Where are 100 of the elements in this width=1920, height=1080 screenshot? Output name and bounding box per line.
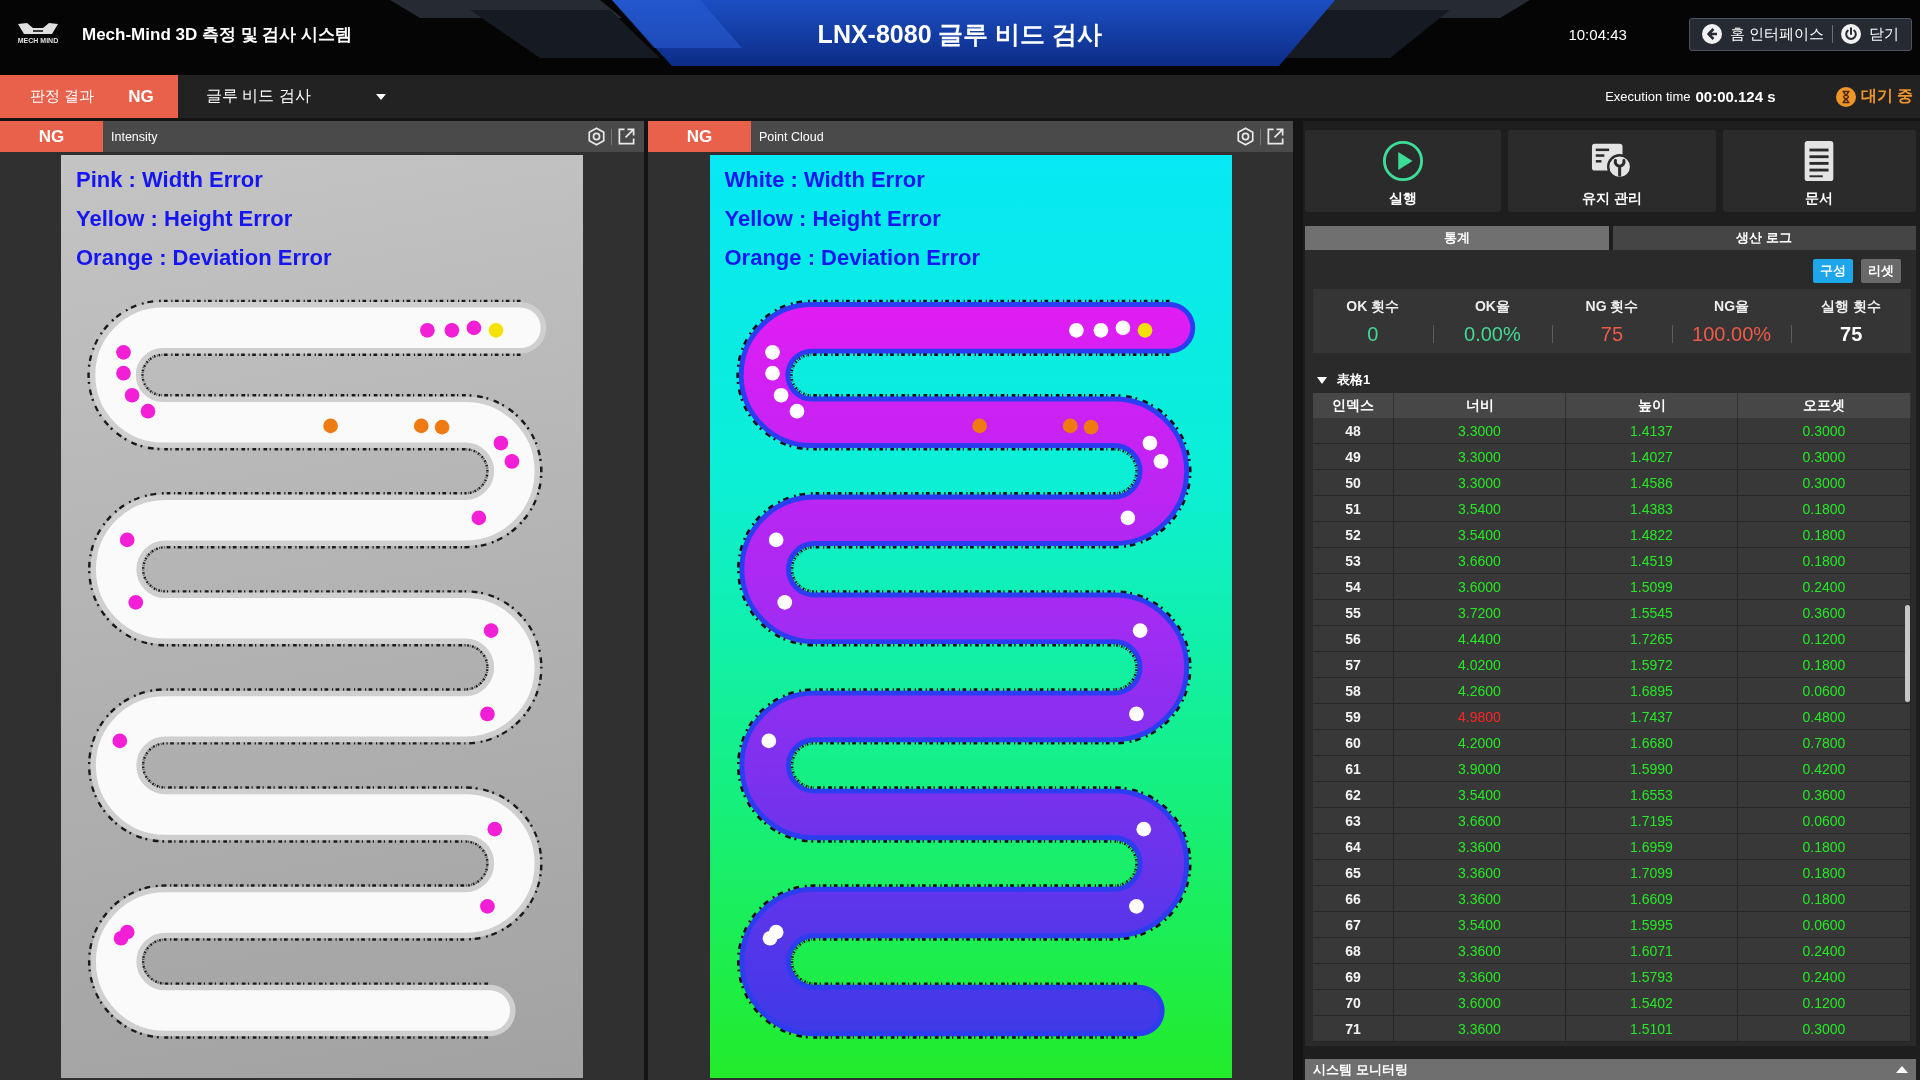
table-cell: 62 — [1313, 782, 1394, 808]
table-cell: 3.3600 — [1394, 860, 1566, 886]
tab[interactable]: 통계 — [1305, 226, 1609, 250]
table-cell: 1.6680 — [1566, 730, 1738, 756]
table-cell: 3.9000 — [1394, 756, 1566, 782]
table-cell: 0.3600 — [1738, 782, 1911, 808]
system-monitor-bar[interactable]: 시스템 모니터링 — [1305, 1059, 1916, 1080]
table-cell: 1.5995 — [1566, 912, 1738, 938]
maintenance-button[interactable]: 유지 관리 — [1508, 130, 1716, 212]
legend-text: Orange : Deviation Error — [724, 244, 980, 272]
home-button[interactable]: 홈 인터페이스 — [1693, 19, 1832, 49]
stat-label: NG율 — [1714, 297, 1750, 315]
table-cell: 1.5545 — [1566, 600, 1738, 626]
table-cell: 54 — [1313, 574, 1394, 600]
external-link-icon[interactable] — [1266, 127, 1285, 146]
table-cell: 52 — [1313, 522, 1394, 548]
table-cell: 50 — [1313, 470, 1394, 496]
judgement-result: NG — [128, 86, 154, 107]
table-cell: 1.4822 — [1566, 522, 1738, 548]
table-cell: 0.1800 — [1738, 652, 1911, 678]
table-cell: 1.6553 — [1566, 782, 1738, 808]
table-cell: 1.4383 — [1566, 496, 1738, 522]
table-cell: 1.7437 — [1566, 704, 1738, 730]
stat-value: 0.00% — [1464, 322, 1521, 347]
table-cell: 1.5793 — [1566, 964, 1738, 990]
table-cell: 3.3600 — [1394, 886, 1566, 912]
run-button[interactable]: 실행 — [1305, 130, 1502, 212]
table-cell: 4.4400 — [1394, 626, 1566, 652]
table-cell: 4.0200 — [1394, 652, 1566, 678]
close-button[interactable]: 닫기 — [1833, 19, 1907, 49]
execution-time-value: 00:00.124 s — [1695, 88, 1776, 105]
table-cell: 55 — [1313, 600, 1394, 626]
execution-time-label: Execution time — [1605, 89, 1691, 104]
legend-text: Yellow : Height Error — [724, 205, 941, 233]
table-cell: 66 — [1313, 886, 1394, 912]
table-cell: 1.4027 — [1566, 444, 1738, 470]
table-cell: 0.4800 — [1738, 704, 1911, 730]
reset-button[interactable]: 리셋 — [1861, 259, 1901, 283]
table-cell: 4.9800 — [1394, 704, 1566, 730]
table-cell: 3.5400 — [1394, 522, 1566, 548]
legend-text: Yellow : Height Error — [76, 205, 293, 233]
table-cell: 69 — [1313, 964, 1394, 990]
table-cell: 0.0600 — [1738, 808, 1911, 834]
view-title: Intensity — [111, 129, 159, 144]
table-cell: 0.1800 — [1738, 548, 1911, 574]
table-cell: 0.1800 — [1738, 886, 1911, 912]
scrollbar-thumb[interactable] — [1905, 605, 1910, 702]
table-cell: 64 — [1313, 834, 1394, 860]
table-cell: 0.1800 — [1738, 860, 1911, 886]
stat-label: NG 횟수 — [1585, 297, 1639, 315]
table-cell: 3.5400 — [1394, 782, 1566, 808]
stat-value: 0 — [1367, 322, 1379, 347]
table-cell: 48 — [1313, 418, 1394, 444]
table-cell: 3.7200 — [1394, 600, 1566, 626]
table-cell: 3.3000 — [1394, 470, 1566, 496]
table-cell: 0.3000 — [1738, 1016, 1911, 1042]
settings-icon[interactable] — [587, 127, 606, 146]
table-cell: 1.7265 — [1566, 626, 1738, 652]
caret-icon[interactable] — [1317, 376, 1327, 384]
table-title: 表格1 — [1337, 371, 1371, 389]
table-cell: 0.1800 — [1738, 834, 1911, 860]
stat-label: OK율 — [1474, 297, 1510, 315]
table-cell: 0.3000 — [1738, 470, 1911, 496]
documents-button[interactable]: 문서 — [1722, 130, 1916, 212]
table-cell: 60 — [1313, 730, 1394, 756]
stat-value: 75 — [1840, 322, 1863, 347]
view-title: Point Cloud — [759, 129, 825, 144]
judgement-label: 판정 결과 — [30, 87, 95, 106]
column-header: 인덱스 — [1313, 393, 1394, 418]
table-cell: 4.2000 — [1394, 730, 1566, 756]
table-cell: 53 — [1313, 548, 1394, 574]
settings-icon[interactable] — [1236, 127, 1255, 146]
legend-text: Orange : Deviation Error — [76, 244, 332, 272]
table-cell: 1.5099 — [1566, 574, 1738, 600]
table-cell: 70 — [1313, 990, 1394, 1016]
table-cell: 1.4137 — [1566, 418, 1738, 444]
table-cell: 71 — [1313, 1016, 1394, 1042]
recipe-dropdown[interactable]: 글루 비드 검사 — [178, 75, 404, 118]
table-cell: 1.7195 — [1566, 808, 1738, 834]
legend-text: Pink : Width Error — [76, 166, 263, 194]
table-cell: 3.5400 — [1394, 496, 1566, 522]
stat-value: 75 — [1600, 322, 1624, 347]
table-cell: 51 — [1313, 496, 1394, 522]
column-header: 너비 — [1394, 393, 1566, 418]
table-cell: 67 — [1313, 912, 1394, 938]
table-cell: 0.1800 — [1738, 522, 1911, 548]
table-cell: 1.4586 — [1566, 470, 1738, 496]
window-title: LNX-8080 글루 비드 검사 — [817, 18, 1103, 50]
power-icon — [1841, 24, 1861, 44]
table-cell: 1.7099 — [1566, 860, 1738, 886]
table-cell: 1.5101 — [1566, 1016, 1738, 1042]
table-cell: 3.3600 — [1394, 834, 1566, 860]
table-cell: 61 — [1313, 756, 1394, 782]
external-link-icon[interactable] — [617, 127, 636, 146]
table-cell: 3.6000 — [1394, 990, 1566, 1016]
tab[interactable]: 생산 로그 — [1612, 226, 1916, 250]
table-cell: 1.6609 — [1566, 886, 1738, 912]
clock-time: 10:04:43 — [1568, 25, 1627, 43]
stat-label: 실행 횟수 — [1821, 297, 1882, 315]
stat-label: OK 횟수 — [1346, 297, 1400, 315]
